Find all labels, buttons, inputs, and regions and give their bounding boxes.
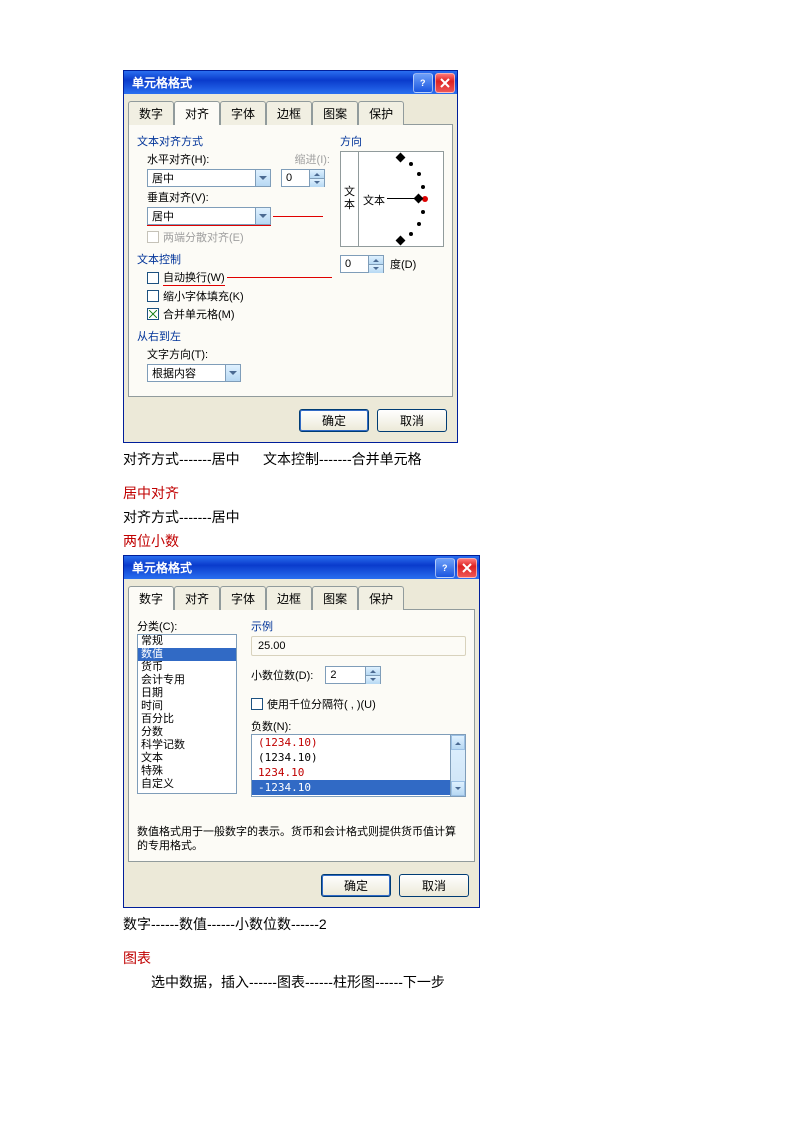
list-item[interactable]: 科学记数 — [138, 739, 236, 752]
orientation-vertical-text[interactable]: 文本 — [341, 152, 359, 246]
thousand-separator-checkbox[interactable] — [251, 698, 263, 710]
close-button[interactable] — [435, 73, 455, 93]
list-item[interactable]: (1234.10) — [252, 750, 450, 765]
titlebar[interactable]: 单元格格式 ? — [124, 556, 479, 579]
cell-format-dialog-alignment: 单元格格式 ? 数字 对齐 字体 边框 图案 保护 文本对齐方式 水平对齐(H)… — [123, 70, 458, 443]
v-align-label: 垂直对齐(V): — [147, 189, 209, 205]
heading-chart: 图表 — [123, 948, 720, 968]
list-item[interactable]: 百分比 — [138, 713, 236, 726]
list-item[interactable]: 文本 — [138, 752, 236, 765]
section-text-control: 文本控制 — [137, 251, 334, 267]
sample-label: 示例 — [251, 618, 466, 634]
tab-strip: 数字 对齐 字体 边框 图案 保护 — [128, 100, 453, 124]
dialog-title: 单元格格式 — [132, 559, 433, 576]
sample-value: 25.00 — [251, 636, 466, 656]
number-format-description: 数值格式用于一般数字的表示。货币和会计格式则提供货币值计算的专用格式。 — [137, 825, 466, 853]
indent-label: 缩进(I): — [295, 151, 330, 167]
list-item[interactable]: 日期 — [138, 687, 236, 700]
tab-protect[interactable]: 保护 — [358, 586, 404, 610]
svg-text:?: ? — [442, 563, 448, 573]
degree-spinner[interactable]: 0 — [340, 255, 384, 273]
svg-text:?: ? — [420, 78, 426, 88]
help-button[interactable]: ? — [435, 558, 455, 578]
tab-border[interactable]: 边框 — [266, 586, 312, 610]
list-item[interactable]: -1234.10 — [252, 780, 450, 795]
heading-center-align: 居中对齐 — [123, 483, 720, 503]
help-button[interactable]: ? — [413, 73, 433, 93]
v-align-combo[interactable]: 居中 — [147, 207, 271, 225]
list-item[interactable]: 1234.10 — [252, 765, 450, 780]
section-orientation: 方向 — [340, 133, 444, 149]
orientation-widget[interactable]: 文本 文本 — [340, 151, 444, 247]
tab-strip: 数字 对齐 字体 边框 图案 保护 — [128, 585, 475, 609]
list-item[interactable]: 自定义 — [138, 778, 236, 791]
category-label: 分类(C): — [137, 618, 237, 634]
decimal-places-spinner[interactable]: 2 — [325, 666, 381, 684]
ok-button[interactable]: 确定 — [321, 874, 391, 897]
negative-numbers-listbox[interactable]: (1234.10) (1234.10) 1234.10 -1234.10 — [251, 734, 466, 797]
tab-panel-alignment: 文本对齐方式 水平对齐(H): 缩进(I): 居中 0 垂直对齐(V): — [128, 124, 453, 397]
wrap-checkbox[interactable] — [147, 272, 159, 284]
list-item[interactable]: 常规 — [138, 635, 236, 648]
category-listbox[interactable]: 常规 数值 货币 会计专用 日期 时间 百分比 分数 科学记数 文本 特殊 自定… — [137, 634, 237, 794]
caption-4: 选中数据，插入------图表------柱形图------下一步 — [123, 972, 720, 992]
heading-two-decimals: 两位小数 — [123, 531, 720, 551]
section-text-alignment: 文本对齐方式 — [137, 133, 334, 149]
justify-distribute-checkbox — [147, 231, 159, 243]
shrink-checkbox[interactable] — [147, 290, 159, 302]
tab-border[interactable]: 边框 — [266, 101, 312, 125]
list-item[interactable]: 货币 — [138, 661, 236, 674]
cancel-button[interactable]: 取消 — [377, 409, 447, 432]
h-align-combo[interactable]: 居中 — [147, 169, 271, 187]
cell-format-dialog-number: 单元格格式 ? 数字 对齐 字体 边框 图案 保护 分类(C): 常规 数值 货… — [123, 555, 480, 908]
tab-pattern[interactable]: 图案 — [312, 101, 358, 125]
list-item[interactable]: 会计专用 — [138, 674, 236, 687]
merge-checkbox[interactable] — [147, 308, 159, 320]
merge-label: 合并单元格(M) — [163, 306, 235, 322]
tab-protect[interactable]: 保护 — [358, 101, 404, 125]
list-item[interactable]: 数值 — [138, 648, 236, 661]
text-dir-combo[interactable]: 根据内容 — [147, 364, 241, 382]
ok-button[interactable]: 确定 — [299, 409, 369, 432]
negative-label: 负数(N): — [251, 718, 466, 734]
close-button[interactable] — [457, 558, 477, 578]
list-item[interactable]: 分数 — [138, 726, 236, 739]
tab-alignment[interactable]: 对齐 — [174, 586, 220, 610]
wrap-label: 自动换行(W) — [163, 272, 225, 284]
cancel-button[interactable]: 取消 — [399, 874, 469, 897]
justify-distribute-label: 两端分散对齐(E) — [163, 229, 244, 245]
scrollbar[interactable] — [450, 735, 465, 796]
degree-label: 度(D) — [390, 256, 416, 272]
list-item[interactable]: 时间 — [138, 700, 236, 713]
tab-alignment[interactable]: 对齐 — [174, 101, 220, 125]
tab-number[interactable]: 数字 — [128, 101, 174, 125]
list-item[interactable]: 特殊 — [138, 765, 236, 778]
caption-1: 对齐方式-------居中 文本控制-------合并单元格 — [123, 449, 720, 469]
text-dir-label: 文字方向(T): — [147, 346, 208, 362]
orientation-text-marker: 文本 — [363, 192, 385, 208]
dialog-title: 单元格格式 — [132, 74, 411, 91]
thousand-separator-label: 使用千位分隔符( , )(U) — [267, 696, 376, 712]
tab-pattern[interactable]: 图案 — [312, 586, 358, 610]
indent-spinner[interactable]: 0 — [281, 169, 325, 187]
decimal-places-label: 小数位数(D): — [251, 667, 313, 683]
section-rtl: 从右到左 — [137, 328, 334, 344]
titlebar[interactable]: 单元格格式 ? — [124, 71, 457, 94]
caption-3: 数字------数值------小数位数------2 — [123, 914, 720, 934]
caption-2: 对齐方式-------居中 — [123, 507, 720, 527]
tab-font[interactable]: 字体 — [220, 586, 266, 610]
h-align-label: 水平对齐(H): — [147, 151, 209, 167]
tab-number[interactable]: 数字 — [128, 586, 174, 610]
tab-font[interactable]: 字体 — [220, 101, 266, 125]
tab-panel-number: 分类(C): 常规 数值 货币 会计专用 日期 时间 百分比 分数 科学记数 文… — [128, 609, 475, 862]
list-item[interactable]: (1234.10) — [252, 735, 450, 750]
shrink-label: 缩小字体填充(K) — [163, 288, 244, 304]
